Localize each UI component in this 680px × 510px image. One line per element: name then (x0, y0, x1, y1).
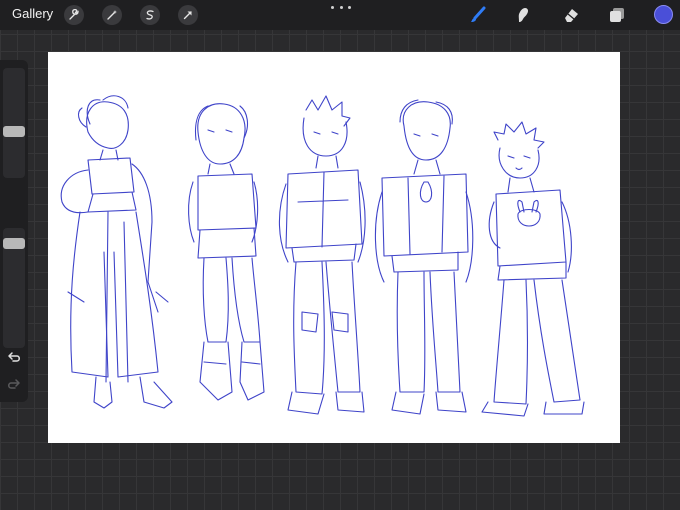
adjustments-button[interactable] (102, 5, 122, 25)
brush-tool-button[interactable] (467, 4, 489, 26)
top-toolbar: Gallery (0, 0, 680, 30)
dot (339, 5, 343, 9)
brush-icon (471, 6, 486, 22)
selection-icon (146, 10, 154, 20)
character-sketches (60, 95, 585, 417)
transform-button[interactable] (178, 5, 198, 25)
drawing-canvas[interactable] (48, 52, 620, 443)
selection-button[interactable] (140, 5, 160, 25)
transform-arrow-icon (183, 11, 192, 20)
left-sidebar (0, 60, 28, 402)
sketch-figure-1 (60, 95, 173, 409)
smudge-icon (518, 8, 529, 22)
sketch-figure-5 (481, 121, 585, 417)
sketch-figure-4 (374, 99, 474, 415)
brush-size-slider[interactable] (3, 68, 25, 178)
eraser-icon (565, 9, 578, 22)
sketch-figure-3 (278, 95, 366, 415)
opacity-thumb[interactable] (3, 238, 25, 249)
dot (331, 5, 334, 9)
magic-wand-icon (107, 10, 117, 20)
brush-size-thumb[interactable] (3, 126, 25, 137)
undo-icon[interactable] (6, 350, 22, 366)
color-swatch[interactable] (654, 5, 673, 24)
gallery-button[interactable]: Gallery (12, 6, 53, 21)
smudge-tool-button[interactable] (512, 4, 534, 26)
sketch-figure-2 (188, 103, 265, 401)
layers-button[interactable] (606, 4, 628, 26)
wrench-icon (69, 9, 79, 20)
eraser-tool-button[interactable] (560, 4, 582, 26)
more-options-handle[interactable] (331, 2, 351, 12)
actions-button[interactable] (64, 5, 84, 25)
redo-icon[interactable] (6, 377, 22, 393)
dot (348, 5, 351, 9)
layers-icon (610, 8, 624, 22)
